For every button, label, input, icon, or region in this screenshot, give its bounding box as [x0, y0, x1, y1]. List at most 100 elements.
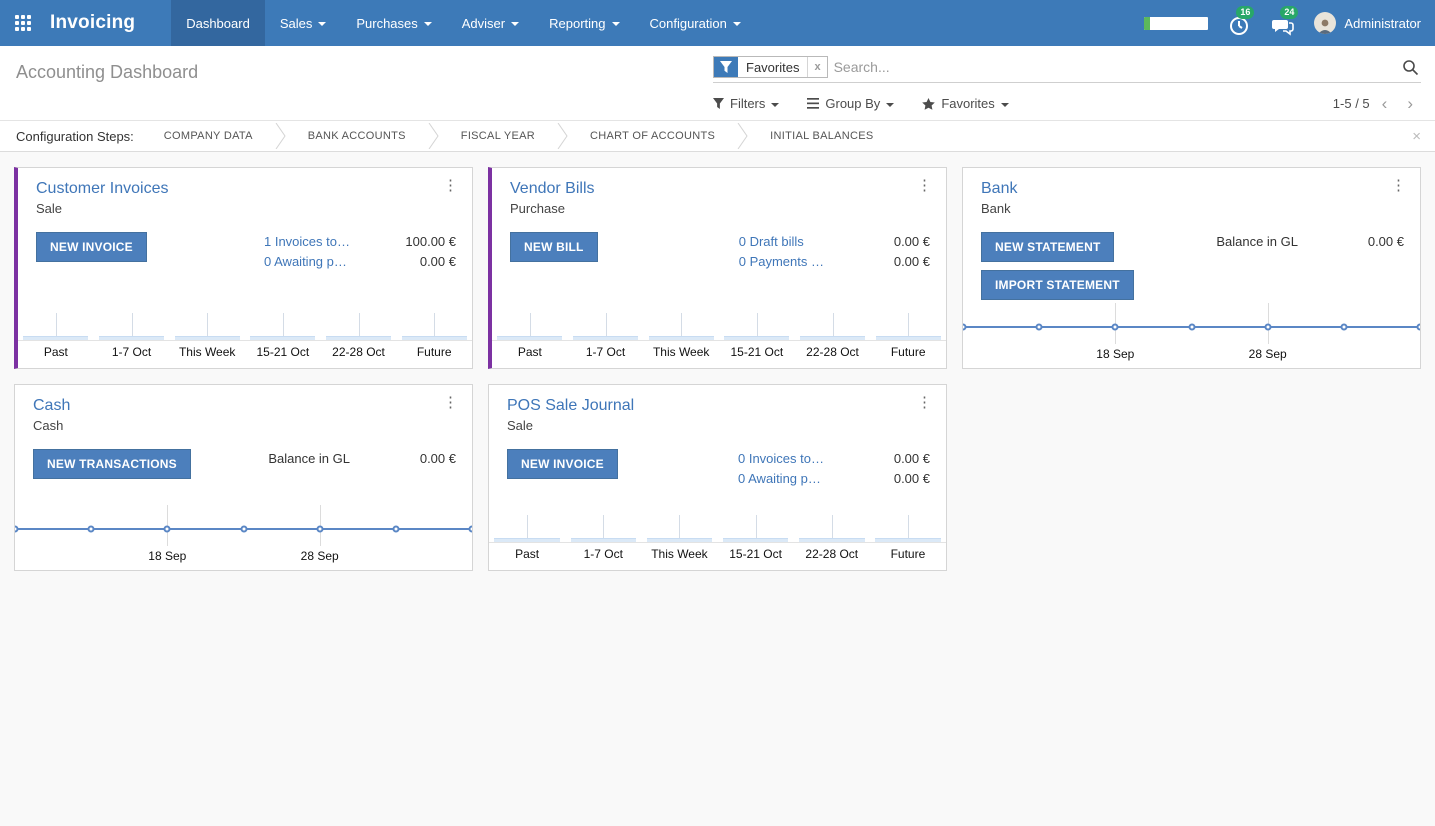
amount: 0.00 € [872, 234, 930, 249]
x-axis-label: Past [18, 341, 94, 368]
amount: 0.00 € [872, 471, 930, 486]
menu-configuration[interactable]: Configuration [635, 0, 756, 46]
chevron-down-icon [1001, 103, 1009, 107]
kebab-menu-icon[interactable]: ⋮ [1387, 176, 1410, 195]
step-chart-of-accounts[interactable]: CHART OF ACCOUNTS [586, 130, 719, 142]
menu-dashboard[interactable]: Dashboard [171, 0, 265, 46]
close-icon[interactable]: × [1412, 128, 1421, 145]
systray: 16 24 Administrator [1144, 0, 1435, 46]
activity-clock-icon[interactable]: 16 [1226, 10, 1252, 36]
activity-badge: 16 [1236, 6, 1254, 19]
search-input[interactable] [828, 57, 1402, 77]
chevron-separator-icon [557, 123, 568, 149]
payments-link[interactable]: 0 Payments … [739, 254, 824, 269]
amount: 100.00 € [398, 234, 456, 249]
journal-sparkline-chart[interactable]: 18 Sep28 Sep [15, 502, 472, 570]
kebab-menu-icon[interactable]: ⋮ [439, 393, 462, 412]
menu-reporting[interactable]: Reporting [534, 0, 634, 46]
favorites-button[interactable]: Favorites [922, 96, 1008, 111]
kebab-menu-icon[interactable]: ⋮ [439, 176, 462, 195]
filters-button[interactable]: Filters [713, 96, 779, 111]
card-subtitle: Bank [981, 201, 1404, 216]
invoices-to-validate-link[interactable]: 1 Invoices to… [264, 234, 350, 249]
onboarding-progress-bar[interactable] [1144, 17, 1208, 30]
x-axis-label: 22-28 Oct [794, 543, 870, 570]
x-axis-label: This Week [169, 341, 245, 368]
journal-sparkline-chart[interactable]: Past1-7 OctThis Week15-21 Oct22-28 OctFu… [489, 499, 946, 570]
chevron-down-icon [424, 22, 432, 26]
invoices-to-validate-link[interactable]: 0 Invoices to… [738, 451, 824, 466]
control-panel: Accounting Dashboard Favorites x Filters [0, 46, 1435, 120]
user-name: Administrator [1344, 16, 1421, 31]
x-axis-label: 18 Sep [1096, 347, 1134, 361]
messages-icon[interactable]: 24 [1270, 10, 1296, 36]
kebab-menu-icon[interactable]: ⋮ [913, 176, 936, 195]
apps-menu-icon[interactable] [0, 0, 46, 46]
balance-in-gl-label: Balance in GL [1216, 234, 1298, 249]
import-statement-button[interactable]: IMPORT STATEMENT [981, 270, 1134, 300]
new-statement-button[interactable]: NEW STATEMENT [981, 232, 1114, 262]
search-icon[interactable] [1402, 59, 1419, 76]
card-bank: ⋮ Bank Bank NEW STATEMENT IMPORT STATEME… [962, 167, 1421, 369]
x-axis-label: 22-28 Oct [321, 341, 397, 368]
x-axis-label: Future [396, 341, 472, 368]
configuration-steps-bar: Configuration Steps: COMPANY DATA BANK A… [0, 120, 1435, 152]
awaiting-payments-link[interactable]: 0 Awaiting p… [738, 471, 824, 486]
menu-sales[interactable]: Sales [265, 0, 342, 46]
main-menu: Dashboard Sales Purchases Adviser Report… [171, 0, 756, 46]
x-axis-label: 1-7 Oct [94, 341, 170, 368]
new-invoice-button[interactable]: NEW INVOICE [36, 232, 147, 262]
card-title[interactable]: Bank [981, 180, 1404, 198]
card-cash: ⋮ Cash Cash NEW TRANSACTIONS Balance in … [14, 384, 473, 571]
x-axis-label: Past [489, 543, 565, 570]
menu-adviser[interactable]: Adviser [447, 0, 534, 46]
new-invoice-button[interactable]: NEW INVOICE [507, 449, 618, 479]
user-menu[interactable]: Administrator [1314, 12, 1421, 34]
search-view: Favorites x [713, 56, 1421, 83]
x-axis-label: 15-21 Oct [718, 543, 794, 570]
menu-purchases[interactable]: Purchases [341, 0, 446, 46]
facet-label: Favorites [738, 57, 807, 77]
chevron-down-icon [771, 103, 779, 107]
new-bill-button[interactable]: NEW BILL [510, 232, 598, 262]
journal-sparkline-chart[interactable]: Past1-7 OctThis Week15-21 Oct22-28 OctFu… [492, 297, 946, 368]
chevron-down-icon [886, 103, 894, 107]
step-bank-accounts[interactable]: BANK ACCOUNTS [304, 130, 410, 142]
filter-funnel-icon [714, 57, 738, 77]
chevron-separator-icon [275, 123, 286, 149]
card-title[interactable]: POS Sale Journal [507, 397, 930, 415]
x-axis-label: Future [870, 543, 946, 570]
card-title[interactable]: Cash [33, 397, 456, 415]
card-pos-sale-journal: ⋮ POS Sale Journal Sale NEW INVOICE 0 In… [488, 384, 947, 571]
card-subtitle: Sale [36, 201, 456, 216]
x-axis-label: Past [492, 341, 568, 368]
filter-funnel-icon [713, 98, 724, 109]
group-by-button[interactable]: Group By [807, 96, 894, 111]
config-steps-label: Configuration Steps: [16, 129, 134, 144]
messages-badge: 24 [1280, 6, 1298, 19]
pager-next-icon[interactable]: › [1399, 95, 1421, 112]
search-facet-favorites: Favorites x [713, 56, 828, 78]
chevron-down-icon [318, 22, 326, 26]
card-title[interactable]: Vendor Bills [510, 180, 930, 198]
card-vendor-bills: ⋮ Vendor Bills Purchase NEW BILL 0 Draft… [488, 167, 947, 369]
journal-sparkline-chart[interactable]: 18 Sep28 Sep [963, 300, 1420, 368]
x-axis-label: 1-7 Oct [565, 543, 641, 570]
pager: 1-5 / 5 ‹ › [1333, 95, 1421, 112]
journal-sparkline-chart[interactable]: Past1-7 OctThis Week15-21 Oct22-28 OctFu… [18, 297, 472, 368]
pager-previous-icon[interactable]: ‹ [1374, 95, 1396, 112]
x-axis-label: 15-21 Oct [719, 341, 795, 368]
new-transactions-button[interactable]: NEW TRANSACTIONS [33, 449, 191, 479]
awaiting-payments-link[interactable]: 0 Awaiting p… [264, 254, 350, 269]
kebab-menu-icon[interactable]: ⋮ [913, 393, 936, 412]
step-fiscal-year[interactable]: FISCAL YEAR [457, 130, 539, 142]
app-brand-title[interactable]: Invoicing [46, 0, 149, 46]
chevron-down-icon [733, 22, 741, 26]
draft-bills-link[interactable]: 0 Draft bills [739, 234, 824, 249]
card-title[interactable]: Customer Invoices [36, 180, 456, 198]
journal-cards-grid: ⋮ Customer Invoices Sale NEW INVOICE 1 I… [14, 167, 1421, 571]
facet-remove-icon[interactable]: x [807, 57, 826, 77]
step-initial-balances[interactable]: INITIAL BALANCES [766, 130, 877, 142]
amount: 0.00 € [1346, 234, 1404, 249]
step-company-data[interactable]: COMPANY DATA [160, 130, 257, 142]
